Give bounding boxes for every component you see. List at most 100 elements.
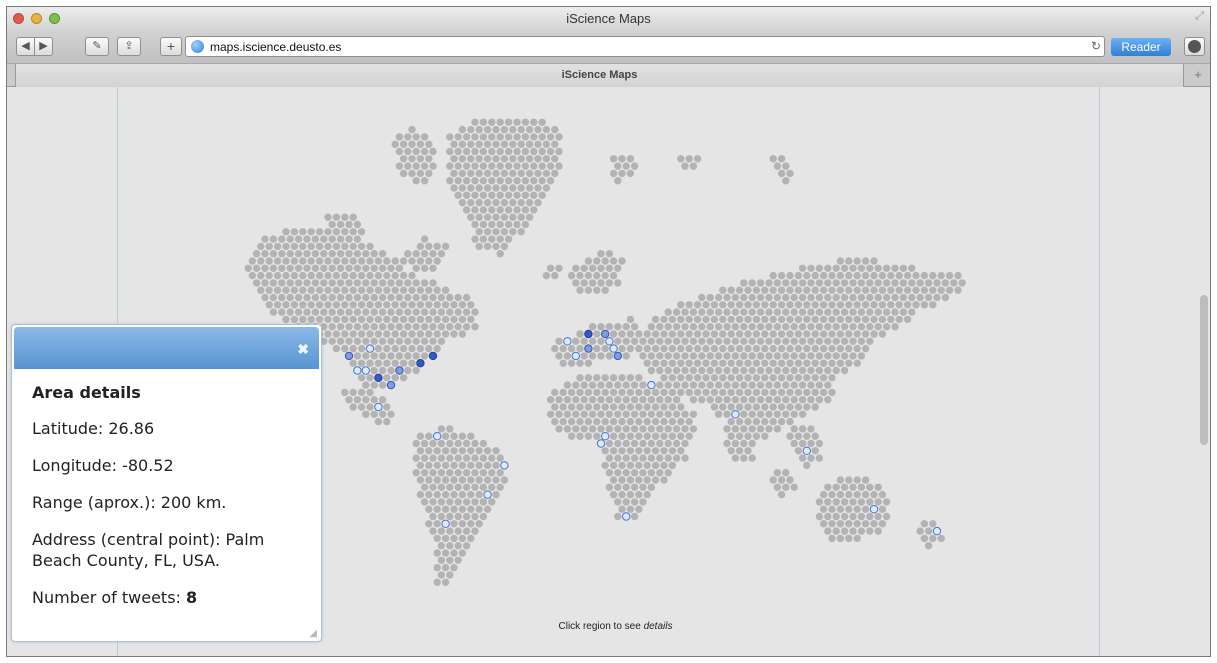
tweet-region-dot[interactable] [370,410,378,418]
tweet-region-dot[interactable] [803,315,811,324]
tweet-region-dot[interactable] [366,388,374,397]
tweet-region-dot[interactable] [362,396,370,404]
tweet-region-dot[interactable] [685,374,693,382]
tweet-region-dot[interactable] [773,469,782,477]
tweet-region-dot[interactable] [311,279,320,287]
tweet-region-dot[interactable] [832,323,840,331]
tweet-region-dot[interactable] [588,396,597,404]
tweet-region-dot[interactable] [521,147,530,156]
tweet-region-dot[interactable] [580,381,588,389]
tweet-region-dot[interactable] [609,344,618,353]
tweet-region-dot[interactable] [765,323,773,331]
tweet-region-dot[interactable] [483,155,492,163]
tweet-region-dot[interactable] [395,162,404,170]
reload-icon[interactable]: ↻ [1091,39,1101,53]
tweet-region-dot[interactable] [618,374,626,382]
tweet-region-dot[interactable] [735,330,744,338]
tweet-region-dot[interactable] [357,315,366,324]
tweet-region-dot[interactable] [593,388,601,397]
tweet-region-dot[interactable] [874,512,882,521]
tweet-region-dot[interactable] [399,271,408,280]
tweet-region-dot[interactable] [441,534,450,543]
tweet-region-dot[interactable] [748,410,756,418]
tweet-region-dot[interactable] [362,279,370,287]
tweet-region-dot[interactable] [635,344,643,353]
tweet-region-dot[interactable] [807,337,815,345]
tweet-region-dot[interactable] [618,169,626,178]
tweet-region-dot[interactable] [433,563,441,572]
tweet-region-dot[interactable] [639,410,647,418]
tweet-region-dot[interactable] [912,271,920,280]
tweet-region-dot[interactable] [777,344,786,353]
tweet-region-dot[interactable] [677,301,685,309]
tweet-region-dot[interactable] [324,213,332,221]
tweet-region-dot[interactable] [689,396,698,404]
tweet-region-dot[interactable] [454,527,462,535]
tweet-region-dot[interactable] [761,301,769,309]
tweet-region-dot[interactable] [483,198,492,207]
tweet-region-dot[interactable] [761,330,769,338]
tweet-region-dot[interactable] [803,286,811,294]
tweet-region-dot[interactable] [790,366,798,375]
tweet-region-dot[interactable] [471,220,479,229]
tweet-region-dot[interactable] [559,359,567,367]
tweet-region-dot[interactable] [488,162,496,170]
tweet-region-dot[interactable] [391,359,399,367]
tweet-region-dot[interactable] [496,454,504,462]
tweet-region-dot[interactable] [845,330,853,338]
tweet-region-dot[interactable] [324,271,332,280]
tweet-region-dot[interactable] [605,439,614,448]
tweet-region-dot[interactable] [353,352,362,360]
tweet-region-dot[interactable] [836,301,845,309]
tweet-region-dot[interactable] [420,498,429,506]
tweet-region-dot[interactable] [836,520,845,528]
tweet-region-dot[interactable] [609,461,618,470]
tweet-region-dot[interactable] [483,184,492,192]
tweet-region-dot[interactable] [618,388,626,397]
tweet-region-dot[interactable] [404,337,412,345]
tweet-region-dot[interactable] [467,301,475,309]
tweet-region-dot[interactable] [500,213,509,221]
tweet-region-dot[interactable] [416,286,425,294]
tweet-region-dot[interactable] [630,498,639,506]
tweet-region-dot[interactable] [353,337,362,345]
tweet-region-dot[interactable] [731,337,740,345]
tweet-region-dot[interactable] [404,293,412,302]
tweet-region-dot[interactable] [467,125,475,134]
tweet-region-dot[interactable] [698,396,706,404]
tweet-region-dot[interactable] [534,140,542,148]
tweet-region-dot[interactable] [420,177,429,185]
tweet-region-dot[interactable] [903,315,912,324]
tweet-region-dot[interactable] [315,242,324,251]
tweet-region-dot[interactable] [786,374,794,382]
tweet-region-dot[interactable] [458,490,467,499]
tweet-region-dot[interactable] [836,534,845,543]
tweet-region-dot[interactable] [912,286,920,294]
tweet-region-dot[interactable] [605,483,614,491]
tweet-region-dot[interactable] [626,330,635,338]
tweet-region-dot[interactable] [357,228,366,236]
tweet-region-dot[interactable] [891,308,899,316]
tweet-region-dot[interactable] [807,396,815,404]
tweet-region-dot[interactable] [584,417,593,426]
tweet-region-dot[interactable] [660,447,668,455]
tweet-region-dot[interactable] [454,293,462,302]
tweet-region-dot[interactable] [656,366,664,375]
tweet-region-dot[interactable] [336,308,345,316]
tweet-region-dot[interactable] [509,140,517,148]
tweet-region-dot[interactable] [299,242,307,251]
tweet-region-dot[interactable] [261,235,269,243]
tweet-region-dot[interactable] [555,352,563,360]
tweet-region-dot[interactable] [891,264,899,272]
tweet-region-dot[interactable] [790,308,798,316]
tweet-region-dot[interactable] [765,381,773,389]
tweet-region-dot[interactable] [614,264,622,272]
tweet-region-dot[interactable] [643,388,651,397]
tweet-region-dot[interactable] [584,432,593,440]
tweet-region-dot[interactable] [458,125,467,134]
tweet-region-dot[interactable] [412,279,420,287]
tweet-region-dot[interactable] [807,381,815,389]
tweet-region-dot[interactable] [303,264,311,272]
tweet-region-dot[interactable] [836,286,845,294]
tweet-region-dot[interactable] [467,476,475,484]
